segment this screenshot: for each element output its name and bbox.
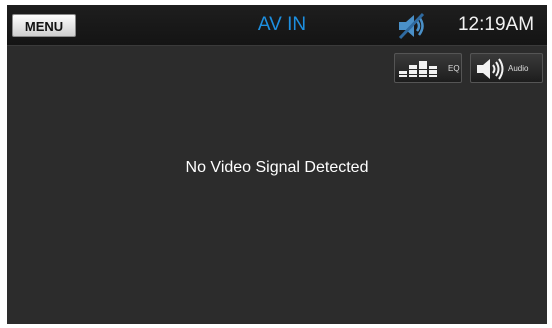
menu-button[interactable]: MENU	[12, 14, 76, 37]
muted-speaker-icon[interactable]	[396, 12, 426, 40]
equalizer-icon	[399, 61, 437, 77]
eq-label: EQ	[448, 64, 460, 73]
audio-label: Audio	[508, 64, 529, 73]
audio-button[interactable]: Audio	[470, 53, 543, 83]
av-in-screen: MENU AV IN 12:19AM EQ Audio No Video Sig…	[7, 5, 547, 324]
eq-button[interactable]: EQ	[394, 53, 462, 83]
no-signal-message: No Video Signal Detected	[185, 159, 369, 176]
clock: 12:19AM	[457, 14, 535, 35]
top-bar: MENU AV IN 12:19AM	[7, 5, 547, 46]
speaker-icon	[477, 58, 504, 80]
page-title: AV IN	[257, 14, 307, 35]
